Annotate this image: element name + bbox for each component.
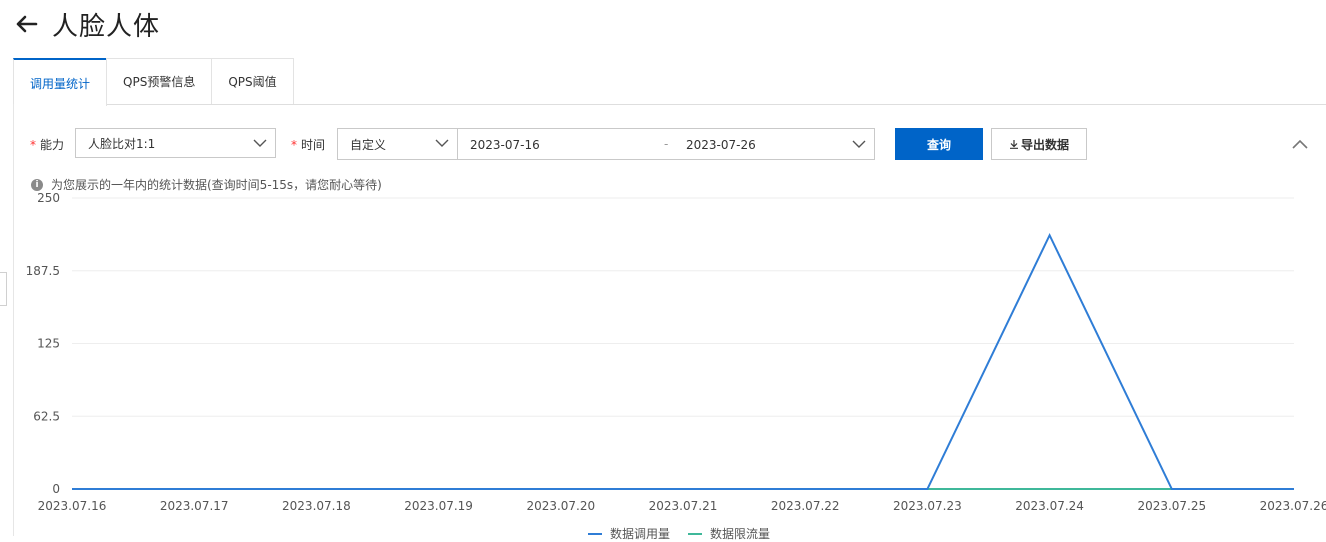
call-volume-chart: 250 187.5 125 62.5 0 2023.07.16 2023.07.17 2023…	[26, 191, 1326, 513]
x-tick-label: 2023.07.17	[160, 499, 229, 513]
chart-legend: 数据调用量 数据限流量	[588, 525, 770, 542]
y-tick-label: 187.5	[26, 264, 60, 278]
legend-label: 数据调用量	[610, 527, 671, 541]
x-tick-label: 2023.07.22	[771, 499, 840, 513]
x-tick-label: 2023.07.18	[282, 499, 351, 513]
legend-swatch	[588, 532, 602, 535]
legend-item-call[interactable]: 数据调用量	[588, 525, 670, 542]
y-tick-label: 0	[52, 482, 60, 496]
x-tick-label: 2023.07.21	[649, 499, 718, 513]
x-tick-label: 2023.07.19	[404, 499, 473, 513]
x-tick-label: 2023.07.16	[38, 499, 107, 513]
x-tick-label: 2023.07.20	[526, 499, 595, 513]
legend-swatch	[688, 532, 703, 535]
y-tick-label: 62.5	[33, 409, 60, 423]
y-tick-label: 125	[37, 337, 60, 351]
x-tick-label: 2023.07.26	[1260, 499, 1326, 513]
y-tick-label: 250	[37, 191, 60, 205]
x-tick-label: 2023.07.23	[893, 499, 962, 513]
x-tick-label: 2023.07.25	[1137, 499, 1206, 513]
x-tick-label: 2023.07.24	[1015, 499, 1084, 513]
legend-label: 数据限流量	[710, 527, 771, 541]
series-line-call	[72, 232, 1294, 490]
legend-item-throttle[interactable]: 数据限流量	[688, 525, 770, 542]
